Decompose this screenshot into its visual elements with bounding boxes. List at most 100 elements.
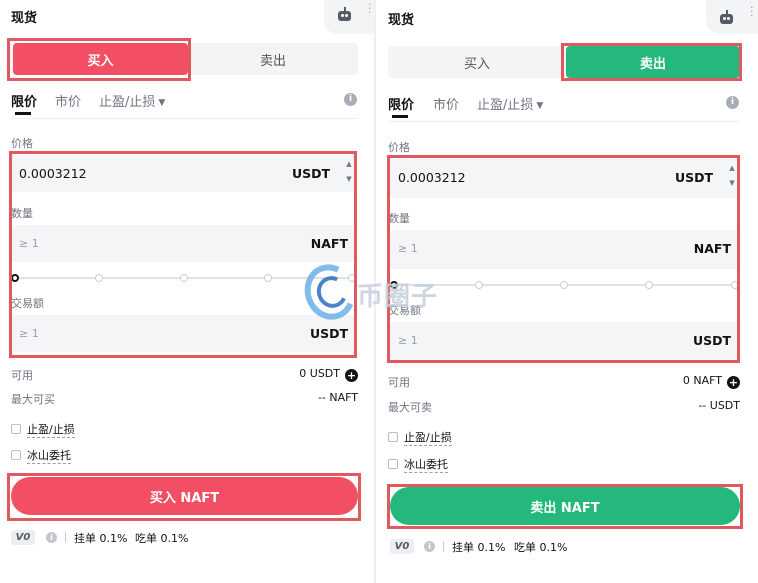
info-icon[interactable]: i — [344, 93, 357, 106]
info-icon[interactable]: i — [726, 96, 739, 109]
available-value: 0 NAFT — [682, 374, 722, 387]
tab-tp-sl[interactable]: 止盈/止损 ▼ — [99, 91, 165, 110]
max-label: 最大可卖 — [388, 401, 432, 414]
slider-step-100[interactable] — [731, 281, 739, 289]
separator — [443, 541, 444, 552]
active-tab-indicator — [392, 115, 408, 118]
panel-header: 现货 · · · — [0, 0, 374, 34]
watermark-logo: 币圈子 — [296, 257, 453, 327]
panel-title: 现货 — [388, 13, 415, 28]
tp-sl-checkbox[interactable]: 止盈/止损 — [11, 423, 131, 439]
watermark-text: 币圈子 — [357, 282, 439, 312]
panel-title: 现货 — [11, 11, 38, 26]
caret-down-icon: ▼ — [158, 98, 166, 108]
header-tools: · · · — [706, 0, 758, 34]
buy-submit-button[interactable]: 买入 NAFT — [11, 477, 358, 515]
info-icon[interactable]: i — [46, 532, 57, 543]
plus-circle-icon[interactable]: + — [727, 376, 740, 389]
amount-placeholder: ≥ 1 — [19, 237, 39, 250]
available-value: 0 USDT — [299, 367, 340, 380]
order-type-tabs: 限价 市价 止盈/止损 ▼ i — [11, 91, 358, 115]
iceberg-label: 冰山委托 — [404, 458, 448, 473]
tp-sl-checkbox[interactable]: 止盈/止损 — [388, 431, 508, 447]
vip-badge: V0 — [11, 530, 35, 545]
amount-placeholder: ≥ 1 — [398, 242, 418, 255]
tab-market[interactable]: 市价 — [55, 91, 81, 110]
divider — [388, 121, 740, 122]
iceberg-checkbox[interactable]: 冰山委托 — [388, 458, 508, 474]
checkbox-box[interactable] — [11, 424, 21, 434]
caret-down-icon: ▼ — [536, 101, 544, 111]
buy-tab[interactable]: 买入 — [13, 43, 188, 75]
separator — [65, 532, 66, 543]
taker-fee: 吃单 0.1% — [135, 532, 189, 545]
checkbox-box[interactable] — [388, 432, 398, 442]
price-unit: USDT — [291, 166, 330, 181]
price-stepper[interactable]: ▲ ▼ — [727, 161, 737, 194]
price-input[interactable]: 0.0003212 USDT ▲ ▼ — [390, 159, 739, 198]
tp-sl-label: 止盈/止损 — [404, 431, 452, 446]
tab-limit[interactable]: 限价 — [388, 94, 414, 113]
slider-step-25[interactable] — [475, 281, 483, 289]
total-placeholder: ≥ 1 — [398, 334, 418, 347]
robot-icon[interactable] — [718, 10, 735, 24]
price-stepper[interactable]: ▲ ▼ — [344, 157, 354, 190]
slider-step-75[interactable] — [645, 281, 653, 289]
buy-sell-toggle: 买入 卖出 — [388, 46, 740, 78]
vip-badge: V0 — [390, 539, 414, 554]
max-value: -- USDT — [698, 399, 740, 412]
tab-tp-sl-label: 止盈/止损 — [99, 95, 156, 110]
tab-tp-sl-label: 止盈/止损 — [477, 98, 534, 113]
amount-unit: NAFT — [310, 236, 348, 251]
iceberg-checkbox[interactable]: 冰山委托 — [11, 449, 131, 465]
slider-step-25[interactable] — [95, 274, 103, 282]
sell-tab[interactable]: 卖出 — [566, 46, 740, 78]
checkbox-box[interactable] — [11, 450, 21, 460]
plus-circle-icon[interactable]: + — [345, 369, 358, 382]
amount-label: 数量 — [11, 207, 33, 220]
price-value: 0.0003212 — [398, 170, 466, 185]
header-tools: · · · — [324, 0, 374, 34]
slider-step-50[interactable] — [180, 274, 188, 282]
available-row: 可用 0 NAFT + — [388, 374, 740, 390]
maker-fee: 挂单 0.1% — [74, 532, 128, 545]
amount-input[interactable]: ≥ 1 NAFT — [11, 225, 356, 262]
available-row: 可用 0 USDT + — [11, 367, 358, 383]
info-icon[interactable]: i — [424, 541, 435, 552]
fee-info: V0 i 挂单 0.1% 吃单 0.1% — [11, 530, 211, 546]
total-unit: USDT — [692, 333, 731, 348]
sell-submit-button[interactable]: 卖出 NAFT — [390, 487, 740, 525]
total-label: 交易额 — [11, 297, 44, 310]
tp-sl-label: 止盈/止损 — [27, 423, 75, 438]
max-label: 最大可买 — [11, 393, 55, 406]
robot-icon[interactable] — [336, 7, 353, 21]
price-input[interactable]: 0.0003212 USDT ▲ ▼ — [11, 155, 356, 192]
total-unit: USDT — [309, 326, 348, 341]
amount-unit: NAFT — [693, 241, 731, 256]
iceberg-label: 冰山委托 — [27, 449, 71, 464]
tab-market[interactable]: 市价 — [433, 94, 459, 113]
slider-step-75[interactable] — [264, 274, 272, 282]
tab-limit[interactable]: 限价 — [11, 91, 37, 110]
price-value: 0.0003212 — [19, 166, 87, 181]
slider-step-50[interactable] — [560, 281, 568, 289]
active-tab-indicator — [15, 112, 31, 115]
panel-header: 现货 · · · — [376, 0, 758, 34]
total-input[interactable]: ≥ 1 USDT — [390, 322, 739, 361]
price-label: 价格 — [11, 137, 33, 150]
max-row: 最大可卖 -- USDT — [388, 399, 740, 415]
sell-tab[interactable]: 卖出 — [188, 43, 358, 75]
maker-fee: 挂单 0.1% — [452, 541, 506, 554]
available-label: 可用 — [388, 376, 410, 389]
order-type-tabs: 限价 市价 止盈/止损 ▼ i — [388, 94, 740, 118]
tab-tp-sl[interactable]: 止盈/止损 ▼ — [477, 94, 543, 113]
divider — [11, 118, 358, 119]
more-vertical-icon[interactable]: · · · — [750, 2, 756, 21]
slider-handle[interactable] — [11, 274, 19, 282]
max-row: 最大可买 -- NAFT — [11, 391, 358, 407]
available-label: 可用 — [11, 369, 33, 382]
price-label: 价格 — [388, 141, 410, 154]
buy-tab[interactable]: 买入 — [388, 46, 566, 78]
price-unit: USDT — [674, 170, 713, 185]
checkbox-box[interactable] — [388, 459, 398, 469]
